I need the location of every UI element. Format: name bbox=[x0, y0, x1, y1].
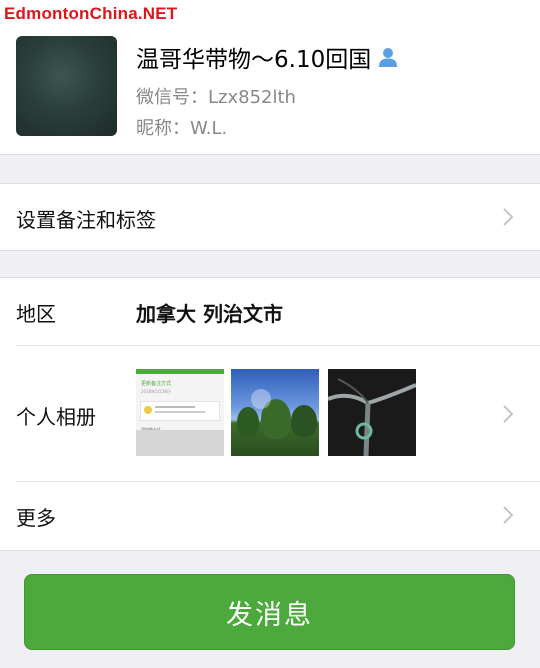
album-thumbnail[interactable]: 更新备注方式 2018年5月28日 添加到卡片 bbox=[136, 369, 224, 456]
album-thumbnail[interactable] bbox=[328, 369, 416, 456]
name-row: 温哥华带物～6.10回国 bbox=[136, 40, 399, 74]
thumb-header: 更新备注方式 bbox=[141, 381, 172, 387]
album-thumbnail[interactable] bbox=[231, 369, 319, 456]
region-label: 地区 bbox=[16, 302, 56, 326]
set-remark-label: 设置备注和标签 bbox=[16, 208, 156, 232]
album-label: 个人相册 bbox=[16, 405, 96, 429]
more-row[interactable]: 更多 bbox=[0, 482, 540, 548]
set-remark-row[interactable]: 设置备注和标签 bbox=[0, 183, 540, 251]
album-row[interactable]: 个人相册 更新备注方式 2018年5月28日 添加到卡片 bbox=[0, 346, 540, 481]
more-label: 更多 bbox=[16, 506, 56, 530]
bicycle-photo bbox=[328, 378, 416, 456]
wechat-id: 微信号：Lzx852lth bbox=[136, 87, 296, 108]
person-icon bbox=[379, 48, 398, 67]
info-card: 地区 加拿大 列治文市 个人相册 更新备注方式 2018年5月28日 添加到卡片 bbox=[0, 277, 540, 551]
watermark-logo: EdmontonChina.NET bbox=[4, 4, 178, 23]
thumb-line: 2018年5月28日 bbox=[141, 389, 171, 394]
nickname: 昵称：W.L. bbox=[136, 118, 228, 139]
region-value: 加拿大 列治文市 bbox=[136, 302, 283, 326]
contact-name: 温哥华带物～6.10回国 bbox=[136, 47, 372, 73]
chevron-right-icon bbox=[503, 506, 514, 524]
send-message-button[interactable]: 发消息 bbox=[24, 574, 515, 650]
avatar[interactable] bbox=[16, 36, 117, 136]
chevron-right-icon bbox=[503, 405, 514, 423]
chevron-right-icon bbox=[503, 208, 514, 226]
